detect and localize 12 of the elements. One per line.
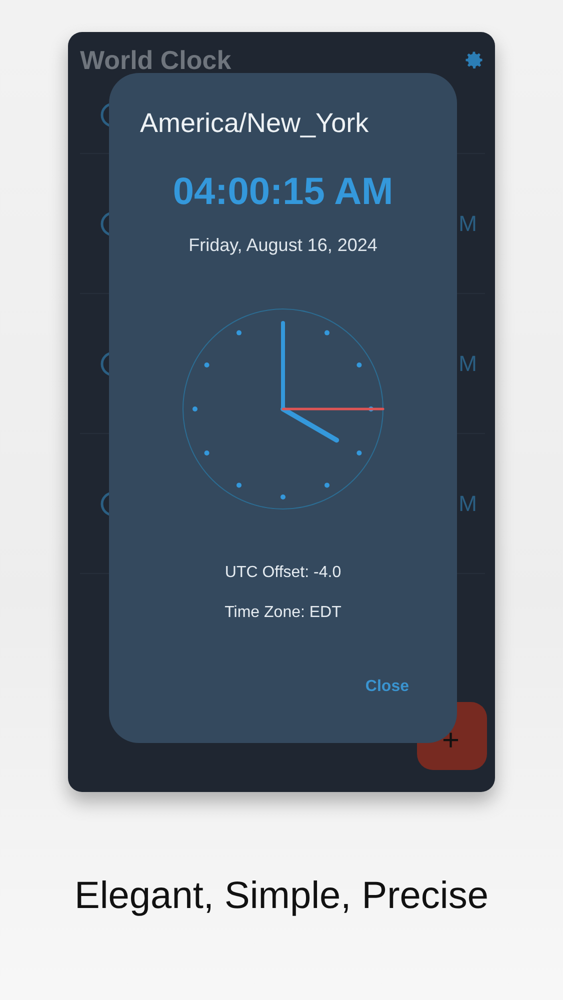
zone-name: America/New_York <box>140 107 369 139</box>
time-zone-text: Time Zone: EDT <box>224 603 342 623</box>
tagline: Elegant, Simple, Precise <box>74 874 490 919</box>
current-date: Friday, August 16, 2024 <box>188 234 378 257</box>
app-title: World Clock <box>80 44 232 76</box>
current-time: 04:00:15 AM <box>172 170 394 214</box>
time-text: M <box>458 350 477 378</box>
time-text: M <box>458 210 477 238</box>
close-button[interactable]: Close <box>365 675 409 699</box>
utc-offset-text: UTC Offset: -4.0 <box>224 563 342 583</box>
time-text: M <box>458 490 477 518</box>
settings-icon[interactable] <box>463 49 485 71</box>
